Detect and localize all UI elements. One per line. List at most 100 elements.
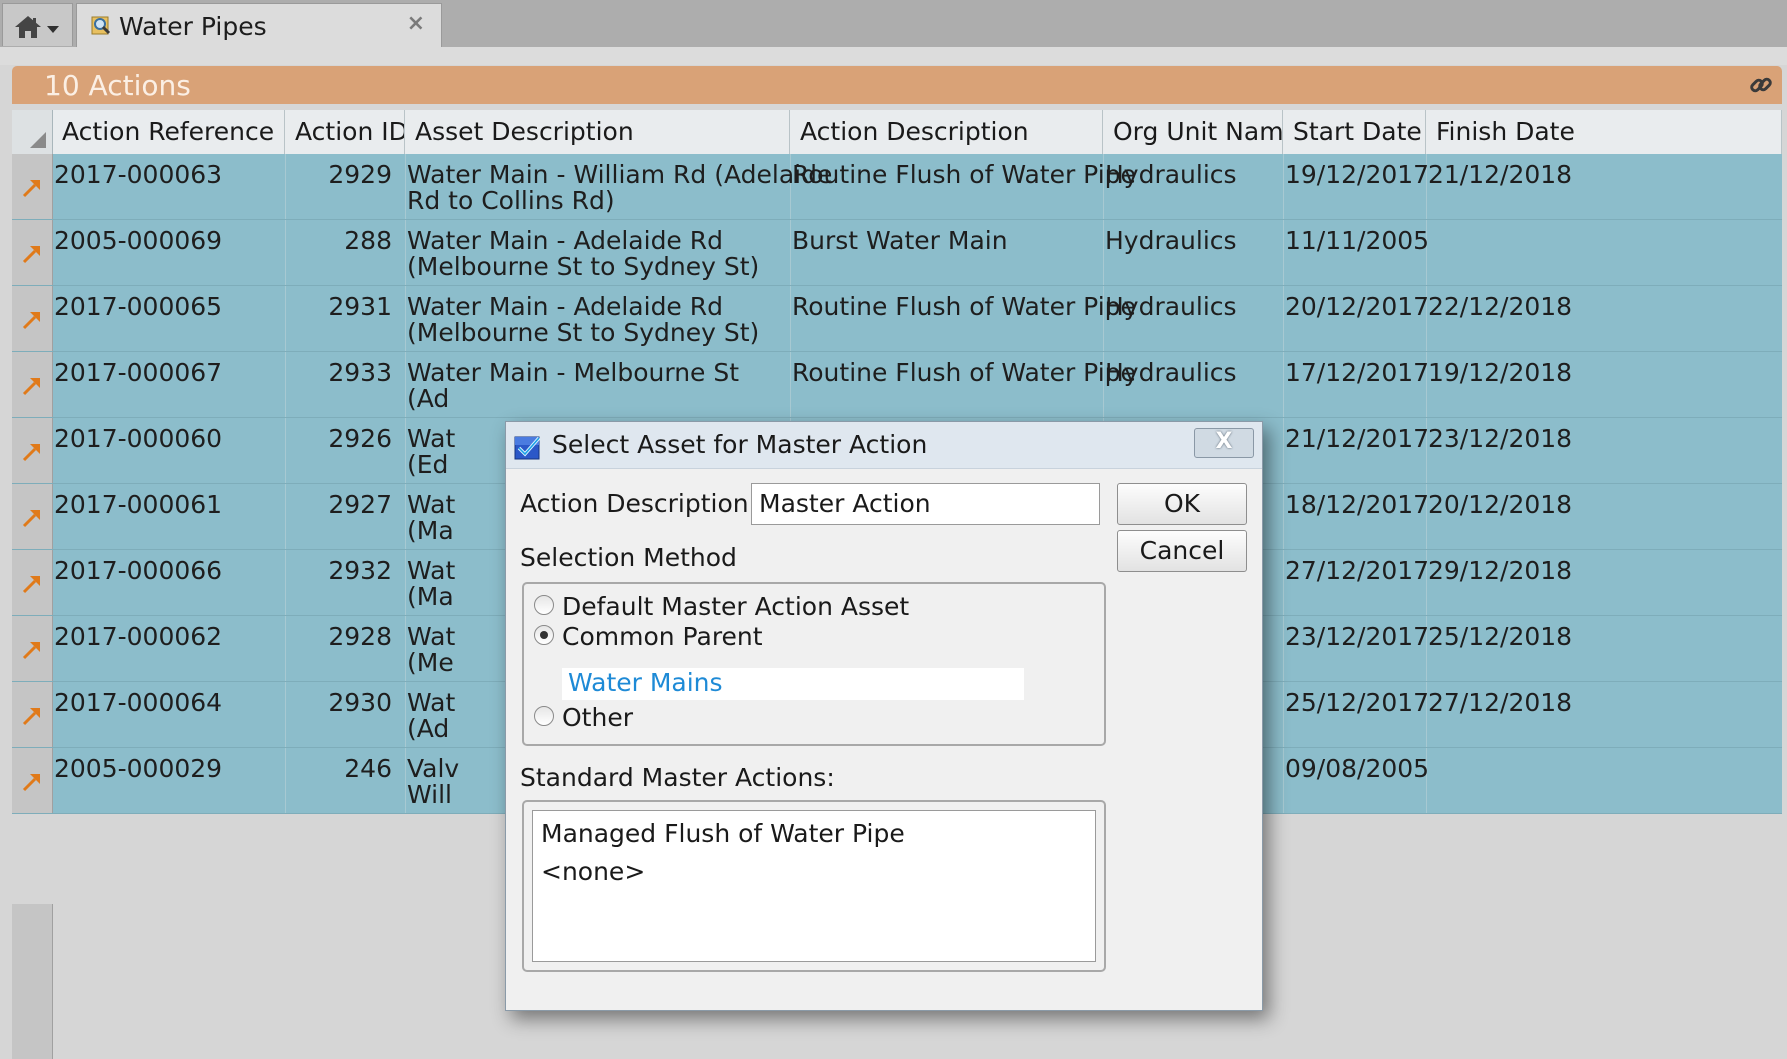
cell-action-description: Burst Water Main: [792, 226, 1008, 255]
column-header-finish-date[interactable]: Finish Date: [1426, 110, 1782, 154]
cell-action-reference-id: 2017-000064: [54, 688, 223, 717]
cell-action-description: Routine Flush of Water Pipe: [792, 292, 1136, 321]
action-description-input[interactable]: Master Action: [751, 483, 1100, 525]
cell-org-unit-name: Hydraulics: [1105, 292, 1237, 321]
cell-asset-description-line2: (Ma: [407, 582, 454, 611]
column-separator: [405, 154, 406, 219]
cell-org-unit-name: Hydraulics: [1105, 160, 1237, 189]
column-separator: [1283, 220, 1284, 285]
column-separator: [1283, 418, 1284, 483]
selection-method-group: Default Master Action Asset Common Paren…: [522, 582, 1106, 746]
dialog-titlebar[interactable]: Select Asset for Master Action X: [506, 422, 1262, 469]
table-row[interactable]: 2017-000063 2929 Water Main - William Rd (…: [12, 154, 1782, 220]
cell-asset-description-line2: (Ad: [407, 384, 450, 413]
cell-asset-description-line2: (Melbourne St to Sydney St): [407, 252, 760, 281]
list-item[interactable]: <none>: [541, 857, 645, 886]
cell-finish-date: 27/12/2018: [1428, 688, 1573, 717]
action-hammer-icon: [21, 375, 43, 401]
cell-finish-date: 20/12/2018: [1428, 490, 1573, 519]
column-separator: [790, 220, 791, 285]
table-row[interactable]: 2017-000067 2933 Water Main - Melbourne St…: [12, 352, 1782, 418]
row-selector[interactable]: [12, 418, 53, 483]
column-separator: [405, 748, 406, 813]
table-row[interactable]: 2017-000065 2931 Water Main - Adelaide Rd(…: [12, 286, 1782, 352]
list-item[interactable]: Managed Flush of Water Pipe: [541, 819, 905, 848]
column-header-action-reference-id[interactable]: Action Reference ID: [52, 110, 285, 154]
grid-header: Action Reference ID Action ID Asset Desc…: [12, 110, 1782, 155]
column-separator: [790, 286, 791, 351]
radio-other[interactable]: [534, 706, 554, 726]
column-header-asset-description[interactable]: Asset Description: [405, 110, 790, 154]
column-separator: [1283, 550, 1284, 615]
column-separator: [405, 220, 406, 285]
cell-action-id: 2932: [328, 556, 392, 585]
cell-action-reference-id: 2017-000066: [54, 556, 223, 585]
checkbox-app-icon: [514, 434, 542, 464]
action-hammer-icon: [21, 243, 43, 269]
ok-button[interactable]: OK: [1117, 483, 1247, 525]
row-selector[interactable]: [12, 484, 53, 549]
cell-action-reference-id: 2017-000067: [54, 358, 223, 387]
tab-bar: Water Pipes ×: [0, 0, 1787, 48]
row-selector[interactable]: [12, 616, 53, 681]
chevron-down-icon: [47, 26, 59, 33]
action-hammer-icon: [21, 771, 43, 797]
column-separator: [405, 550, 406, 615]
cell-action-id: 2927: [328, 490, 392, 519]
cell-start-date: 21/12/2017: [1285, 424, 1430, 453]
close-tab-icon[interactable]: ×: [407, 11, 425, 36]
action-hammer-icon: [21, 441, 43, 467]
row-selector[interactable]: [12, 220, 53, 285]
cell-start-date: 23/12/2017: [1285, 622, 1430, 651]
option-label-other: Other: [562, 703, 633, 732]
cell-action-id: 2926: [328, 424, 392, 453]
column-header-org-unit-name[interactable]: Org Unit Name: [1103, 110, 1283, 154]
cell-action-description: Routine Flush of Water Pipe: [792, 358, 1136, 387]
dialog-title: Select Asset for Master Action: [552, 430, 928, 459]
column-header-action-description[interactable]: Action Description: [790, 110, 1103, 154]
panel-title: 10 Actions: [44, 69, 191, 102]
cell-action-id: 2930: [328, 688, 392, 717]
cell-asset-description-line2: (Melbourne St to Sydney St): [407, 318, 760, 347]
column-separator: [285, 220, 286, 285]
cell-start-date: 09/08/2005: [1285, 754, 1430, 783]
column-separator: [405, 418, 406, 483]
action-hammer-icon: [21, 177, 43, 203]
action-hammer-icon: [21, 639, 43, 665]
cell-finish-date: 22/12/2018: [1428, 292, 1573, 321]
column-separator: [1283, 286, 1284, 351]
cell-start-date: 27/12/2017: [1285, 556, 1430, 585]
tab-strip-spacer: [0, 47, 1787, 65]
home-menu-button[interactable]: [2, 3, 73, 46]
column-separator: [285, 352, 286, 417]
radio-common-parent[interactable]: [534, 625, 554, 645]
link-icon[interactable]: [1748, 72, 1774, 102]
row-selector[interactable]: [12, 748, 53, 813]
close-icon: X: [1215, 429, 1233, 454]
column-separator: [790, 352, 791, 417]
table-row[interactable]: 2005-000069 288 Water Main - Adelaide Rd (M…: [12, 220, 1782, 286]
column-header-action-id[interactable]: Action ID: [285, 110, 405, 154]
column-separator: [1103, 220, 1104, 285]
column-separator: [285, 550, 286, 615]
column-header-start-date[interactable]: Start Date: [1283, 110, 1426, 154]
row-selector[interactable]: [12, 352, 53, 417]
row-selector[interactable]: [12, 154, 53, 219]
cell-asset-description-line2: (Ma: [407, 516, 454, 545]
tab-water-pipes[interactable]: Water Pipes ×: [76, 3, 442, 47]
dialog-close-button[interactable]: X: [1194, 428, 1254, 458]
row-selector[interactable]: [12, 550, 53, 615]
row-selector[interactable]: [12, 682, 53, 747]
cell-finish-date: 21/12/2018: [1428, 160, 1573, 189]
cell-action-reference-id: 2005-000069: [54, 226, 223, 255]
column-separator: [405, 682, 406, 747]
standard-master-actions-list[interactable]: Managed Flush of Water Pipe <none>: [532, 810, 1096, 962]
row-selector[interactable]: [12, 286, 53, 351]
option-label-common-parent: Common Parent: [562, 622, 763, 651]
column-separator: [285, 154, 286, 219]
cancel-button[interactable]: Cancel: [1117, 530, 1247, 572]
select-all-corner[interactable]: [12, 110, 53, 154]
common-parent-field[interactable]: Water Mains: [562, 668, 1024, 700]
cell-action-id: 246: [344, 754, 392, 783]
radio-default-master-action-asset[interactable]: [534, 595, 554, 615]
